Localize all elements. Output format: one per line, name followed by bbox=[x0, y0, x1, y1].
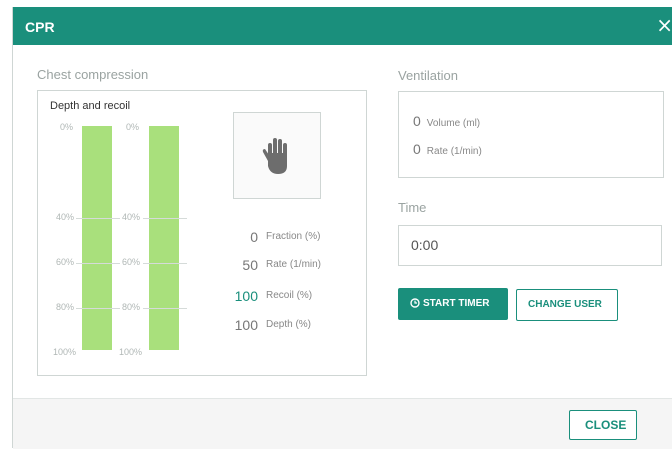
depth-bar bbox=[82, 126, 112, 350]
time-display: 0:00 bbox=[398, 225, 662, 266]
chest-compression-label: Chest compression bbox=[37, 67, 149, 82]
ventilation-label: Ventilation bbox=[398, 68, 458, 83]
depth-tick-80: 80% bbox=[56, 302, 75, 312]
clock-icon bbox=[410, 298, 420, 308]
vent-rate-value: 0 bbox=[413, 141, 421, 157]
rate-label: Rate (1/min) bbox=[266, 259, 322, 270]
close-label: CLOSE bbox=[585, 418, 627, 432]
start-timer-label: START TIMER bbox=[423, 298, 490, 309]
dialog-titlebar: CPR × bbox=[13, 7, 672, 45]
time-label: Time bbox=[398, 200, 427, 215]
recoil-tick-40: 40% bbox=[122, 212, 141, 222]
change-user-label: CHANGE USER bbox=[528, 299, 602, 310]
depth-tick-0: 0% bbox=[60, 122, 74, 132]
depth-label: Depth (%) bbox=[266, 319, 312, 330]
depth-recoil-title: Depth and recoil bbox=[50, 100, 131, 112]
close-icon[interactable]: × bbox=[656, 13, 672, 37]
ventilation-panel: 0 Volume (ml) 0 Rate (1/min) bbox=[398, 91, 664, 178]
change-user-button[interactable]: CHANGE USER bbox=[516, 289, 618, 321]
recoil-bar bbox=[149, 126, 179, 350]
volume-label: Volume (ml) bbox=[426, 118, 481, 129]
recoil-value: 100 bbox=[234, 288, 258, 304]
hand-placement-indicator bbox=[233, 112, 321, 199]
recoil-tick-60: 60% bbox=[122, 257, 141, 267]
cpr-dialog: CPR × Chest compression Depth and recoil… bbox=[12, 7, 672, 449]
vent-rate-row: 0 Rate (1/min) bbox=[413, 141, 482, 159]
depth-value: 100 bbox=[234, 317, 258, 333]
hand-icon bbox=[262, 138, 287, 174]
dialog-footer: CLOSE bbox=[13, 398, 672, 449]
fraction-label: Fraction (%) bbox=[266, 231, 321, 242]
fraction-value: 0 bbox=[250, 229, 258, 245]
dialog-title: CPR bbox=[25, 19, 55, 35]
recoil-tick-80: 80% bbox=[122, 302, 141, 312]
depth-tick-100: 100% bbox=[53, 347, 77, 357]
close-button[interactable]: CLOSE bbox=[569, 410, 637, 440]
gridline bbox=[143, 308, 187, 309]
gridline bbox=[76, 263, 120, 264]
start-timer-button[interactable]: START TIMER bbox=[398, 288, 508, 320]
rate-value: 50 bbox=[242, 257, 258, 273]
volume-row: 0 Volume (ml) bbox=[413, 113, 480, 131]
recoil-tick-100: 100% bbox=[119, 347, 143, 357]
gridline bbox=[143, 263, 187, 264]
gridline bbox=[76, 308, 120, 309]
recoil-tick-0: 0% bbox=[126, 122, 140, 132]
chest-compression-panel: Depth and recoil 0% 40% 60% 80% 100% 0% … bbox=[37, 90, 367, 376]
depth-tick-60: 60% bbox=[56, 257, 75, 267]
recoil-label: Recoil (%) bbox=[266, 290, 313, 301]
volume-value: 0 bbox=[413, 113, 421, 129]
depth-tick-40: 40% bbox=[56, 212, 75, 222]
gridline bbox=[76, 218, 120, 219]
gridline bbox=[143, 218, 187, 219]
vent-rate-label: Rate (1/min) bbox=[426, 146, 482, 157]
